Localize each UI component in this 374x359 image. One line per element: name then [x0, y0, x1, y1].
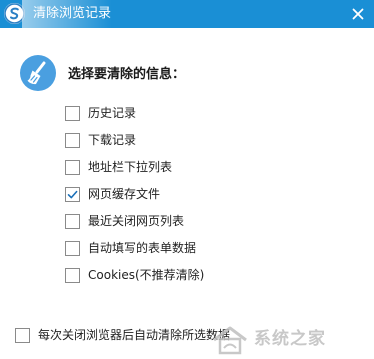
option-cache-files[interactable]: 网页缓存文件 [65, 184, 285, 211]
option-recently-closed[interactable]: 最近关闭网页列表 [65, 211, 285, 238]
broom-icon [19, 54, 57, 92]
watermark-text: 系统之家 [254, 329, 326, 349]
auto-clear-checkbox[interactable] [15, 328, 30, 343]
cookies-checkbox[interactable] [65, 268, 80, 283]
window-title: 清除浏览记录 [33, 6, 112, 21]
option-autofill-forms[interactable]: 自动填写的表单数据 [65, 238, 285, 265]
autofill-forms-checkbox[interactable] [65, 241, 80, 256]
option-label: 历史记录 [88, 106, 137, 120]
title-bar[interactable]: 清除浏览记录 [0, 0, 374, 28]
checkmark-icon [67, 190, 78, 199]
house-logo-icon [213, 326, 247, 355]
downloads-checkbox[interactable] [65, 133, 80, 148]
history-checkbox[interactable] [65, 106, 80, 121]
option-address-bar-dropdown[interactable]: 地址栏下拉列表 [65, 157, 285, 184]
auto-clear-label: 每次关闭浏览器后自动清除所选数据 [38, 328, 231, 342]
sogou-browser-logo-icon [4, 3, 25, 24]
clear-history-dialog: 清除浏览记录 选择要清除的信息： 历史记录 下载记录 地址栏下拉列表 网页缓存文… [0, 0, 374, 359]
option-label: 网页缓存文件 [88, 187, 161, 201]
option-label: 地址栏下拉列表 [88, 160, 173, 174]
option-downloads[interactable]: 下载记录 [65, 130, 285, 157]
cache-files-checkbox[interactable] [65, 187, 80, 202]
address-bar-dropdown-checkbox[interactable] [65, 160, 80, 175]
clear-options-list: 历史记录 下载记录 地址栏下拉列表 网页缓存文件 最近关闭网页列表 自动填写的表… [65, 103, 285, 292]
option-label: 最近关闭网页列表 [88, 214, 185, 228]
option-label: 自动填写的表单数据 [88, 241, 197, 255]
option-label: 下载记录 [88, 133, 137, 147]
option-history[interactable]: 历史记录 [65, 103, 285, 130]
clear-info-heading: 选择要清除的信息： [68, 67, 186, 82]
close-button[interactable] [348, 4, 368, 24]
option-cookies[interactable]: Cookies(不推荐清除) [65, 265, 285, 292]
recently-closed-checkbox[interactable] [65, 214, 80, 229]
watermark: 系统之家 [210, 324, 370, 356]
close-icon [352, 8, 364, 20]
option-label: Cookies(不推荐清除) [88, 268, 205, 282]
